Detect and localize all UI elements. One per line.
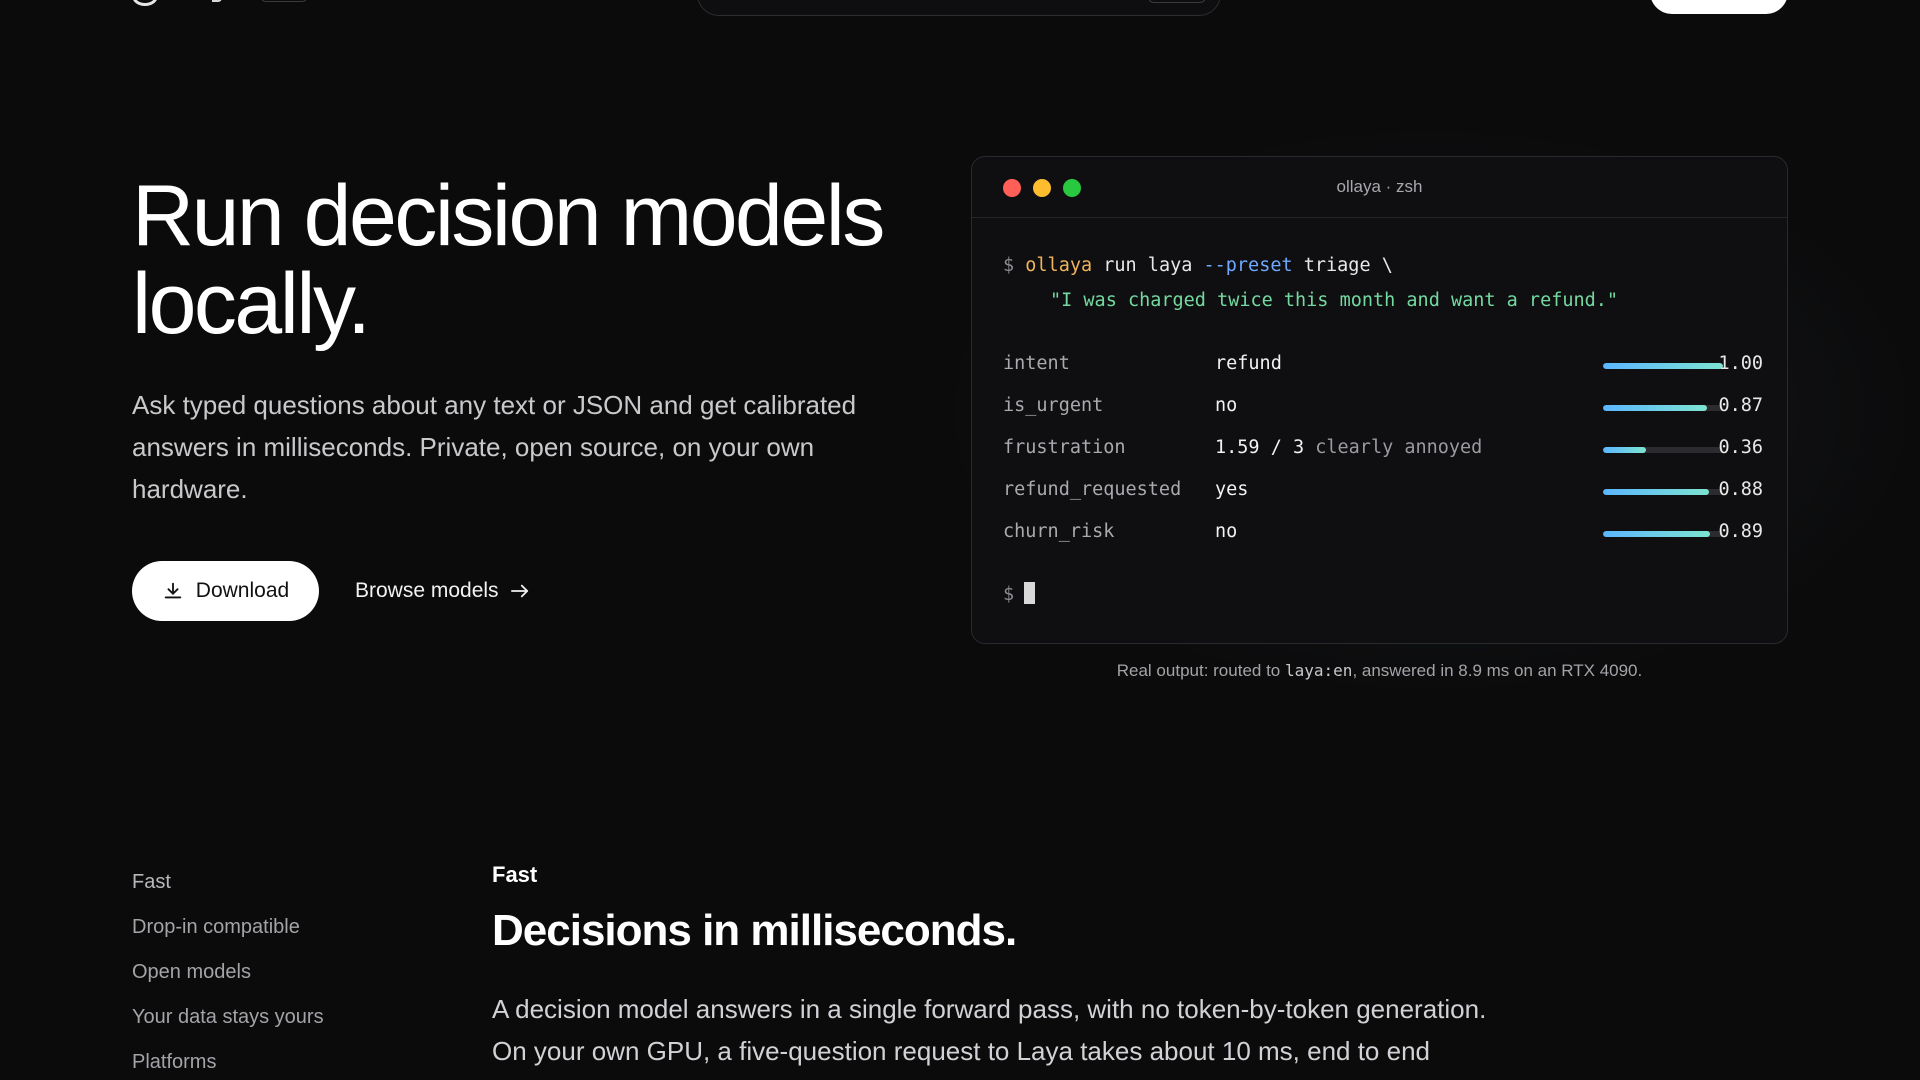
confidence-bar bbox=[1603, 405, 1723, 411]
command-tail: triage \ bbox=[1303, 255, 1393, 276]
confidence-bar-fill bbox=[1603, 489, 1709, 495]
result-value-text: no bbox=[1215, 521, 1238, 542]
terminal-title-bar: ollaya · zsh bbox=[972, 157, 1787, 218]
terminal-title: ollaya · zsh bbox=[1336, 177, 1423, 196]
confidence-bar bbox=[1603, 447, 1723, 453]
caption-model-code: laya:en bbox=[1285, 661, 1353, 680]
result-value: yes bbox=[1215, 479, 1248, 500]
download-button[interactable]: Download bbox=[132, 561, 319, 621]
prompt-symbol-2: $ bbox=[1003, 584, 1015, 605]
result-key: churn_risk bbox=[1003, 521, 1115, 542]
prompt-symbol: $ bbox=[1003, 255, 1015, 276]
feature-body-line-2: On your own GPU, a five-question request… bbox=[492, 1036, 1430, 1066]
side-nav-item-drop-in[interactable]: Drop-in compatible bbox=[132, 905, 324, 950]
caption-suffix: , answered in 8.9 ms on an RTX 4090. bbox=[1352, 661, 1643, 680]
browse-models-link[interactable]: Browse models bbox=[355, 561, 531, 621]
confidence-bar bbox=[1603, 531, 1723, 537]
result-row: is_urgent no 0.87 bbox=[1003, 395, 1763, 425]
side-nav-item-platforms[interactable]: Platforms bbox=[132, 1040, 324, 1080]
nav-icon[interactable] bbox=[212, 0, 222, 2]
result-value: refund bbox=[1215, 353, 1282, 374]
feature-title: Decisions in milliseconds. bbox=[492, 906, 1017, 955]
confidence-bar bbox=[1603, 363, 1723, 369]
nav-cta-button[interactable] bbox=[1650, 0, 1788, 14]
result-key: frustration bbox=[1003, 437, 1126, 458]
hero-title: Run decision models locally. bbox=[132, 168, 885, 352]
terminal-prompt[interactable]: $ bbox=[1003, 582, 1036, 605]
result-value-text: refund bbox=[1215, 353, 1282, 374]
result-value: no bbox=[1215, 521, 1237, 542]
command-string: "I was charged twice this month and want… bbox=[1050, 290, 1619, 311]
confidence-bar-fill bbox=[1603, 363, 1723, 369]
download-icon bbox=[164, 582, 182, 599]
hero-subtitle: Ask typed questions about any text or JS… bbox=[132, 390, 857, 504]
result-key: intent bbox=[1003, 353, 1070, 374]
terminal-command: $ ollaya run laya --preset triage \ bbox=[1003, 255, 1393, 276]
result-value-text: no bbox=[1215, 395, 1238, 416]
feature-body-line-1: A decision model answers in a single for… bbox=[492, 994, 1487, 1024]
confidence-score: 0.88 bbox=[1718, 479, 1763, 500]
confidence-bar bbox=[1603, 489, 1723, 495]
features-side-nav: Fast Drop-in compatible Open models Your… bbox=[132, 860, 324, 1080]
browse-models-label: Browse models bbox=[355, 579, 499, 602]
result-row: refund_requested yes 0.88 bbox=[1003, 479, 1763, 509]
result-key: refund_requested bbox=[1003, 479, 1182, 500]
result-value-text: 1.59 / 3 bbox=[1215, 437, 1305, 458]
nav-badge[interactable] bbox=[260, 0, 308, 2]
caption-prefix: Real output: routed to bbox=[1116, 661, 1281, 680]
command-flag: --preset bbox=[1203, 255, 1293, 276]
search-bar[interactable] bbox=[697, 0, 1221, 16]
result-row: intent refund 1.00 bbox=[1003, 353, 1763, 383]
result-row: churn_risk no 0.89 bbox=[1003, 521, 1763, 551]
page: Run decision models locally. Ask typed q… bbox=[0, 0, 1920, 1080]
confidence-score: 0.89 bbox=[1718, 521, 1763, 542]
confidence-bar-fill bbox=[1603, 531, 1710, 537]
confidence-bar-fill bbox=[1603, 405, 1708, 411]
feature-kicker: Fast bbox=[492, 862, 538, 887]
keyboard-shortcut-hint bbox=[1148, 0, 1206, 3]
result-value-text: yes bbox=[1215, 479, 1249, 500]
confidence-score: 0.36 bbox=[1718, 437, 1763, 458]
text-cursor bbox=[1024, 582, 1036, 604]
arrow-right-icon bbox=[510, 584, 528, 598]
terminal-window: ollaya · zsh $ ollaya run laya --preset … bbox=[971, 156, 1788, 644]
confidence-score: 0.87 bbox=[1718, 395, 1763, 416]
command-binary: ollaya bbox=[1025, 255, 1093, 276]
command-args: run laya bbox=[1103, 255, 1193, 276]
feature-body: A decision model answers in a single for… bbox=[492, 988, 1572, 1072]
side-nav-item-open-models[interactable]: Open models bbox=[132, 950, 324, 995]
side-nav-item-fast[interactable]: Fast bbox=[132, 860, 324, 905]
confidence-score: 1.00 bbox=[1718, 353, 1763, 374]
result-value: 1.59 / 3 clearly annoyed bbox=[1215, 437, 1482, 458]
result-row: frustration 1.59 / 3 clearly annoyed 0.36 bbox=[1003, 437, 1763, 467]
confidence-bar-fill bbox=[1603, 447, 1647, 453]
result-note: clearly annoyed bbox=[1315, 437, 1483, 458]
result-value: no bbox=[1215, 395, 1237, 416]
terminal-caption: Real output: routed to laya:en, answered… bbox=[971, 661, 1788, 681]
download-button-label: Download bbox=[195, 579, 290, 602]
logo-icon[interactable] bbox=[132, 0, 158, 6]
side-nav-item-data[interactable]: Your data stays yours bbox=[132, 995, 324, 1040]
result-key: is_urgent bbox=[1003, 395, 1104, 416]
